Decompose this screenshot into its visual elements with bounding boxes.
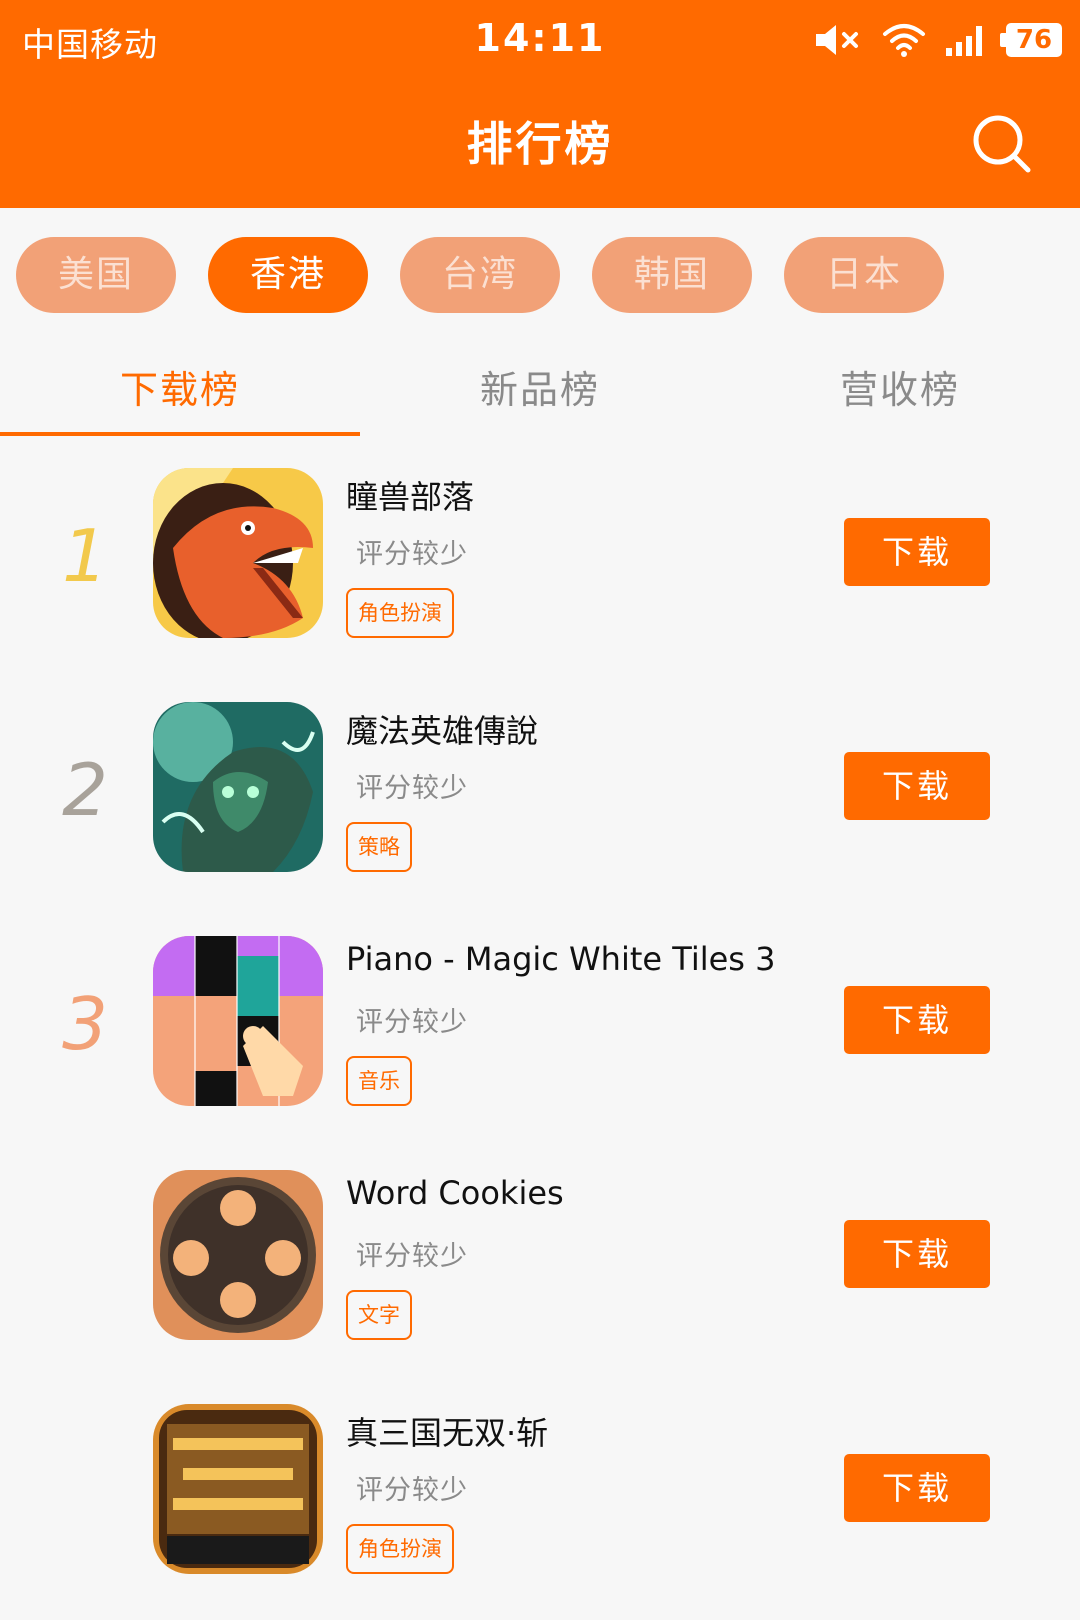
region-chip-korea[interactable]: 韩国	[592, 237, 752, 313]
app-category-tag: 策略	[346, 822, 412, 872]
app-name: Word Cookies	[346, 1174, 564, 1212]
app-category-tag: 角色扮演	[346, 1524, 454, 1574]
region-chip-taiwan[interactable]: 台湾	[400, 237, 560, 313]
app-rating: 评分较少	[356, 773, 468, 804]
list-item[interactable]: 3 Piano - Magic White Tiles 3 评分较少 音乐 下载	[0, 918, 1080, 1152]
mute-icon	[816, 25, 858, 55]
region-selector: 美国 香港 台湾 韩国 日本	[16, 237, 944, 313]
app-icon	[153, 1170, 323, 1340]
wifi-icon	[883, 24, 925, 57]
status-icons: 76	[814, 20, 1062, 60]
app-icon	[153, 936, 323, 1106]
region-chip-japan[interactable]: 日本	[784, 237, 944, 313]
download-button[interactable]: 下载	[844, 1454, 990, 1522]
list-item[interactable]: 真三国无双·斩 评分较少 角色扮演 下载	[0, 1386, 1080, 1620]
download-button[interactable]: 下载	[844, 986, 990, 1054]
app-name: Piano - Magic White Tiles 3	[346, 940, 776, 978]
app-rating: 评分较少	[356, 539, 468, 570]
app-category-tag: 角色扮演	[346, 588, 454, 638]
download-button[interactable]: 下载	[844, 752, 990, 820]
battery-icon: 76	[1000, 23, 1062, 57]
app-icon	[153, 468, 323, 638]
search-icon	[973, 115, 1031, 173]
region-chip-us[interactable]: 美国	[16, 237, 176, 313]
ranking-tabs: 下载榜 新品榜 营收榜	[0, 350, 1080, 436]
rank-number: 2	[62, 748, 108, 832]
app-icon	[153, 1404, 323, 1574]
active-tab-indicator	[0, 432, 360, 436]
app-rating: 评分较少	[356, 1007, 468, 1038]
region-chip-hongkong[interactable]: 香港	[208, 237, 368, 313]
app-ranking-list: 1 瞳兽部落 评分较少 角色扮演 下载 2 魔法英雄傳說 评分较少 策略 下载 …	[0, 450, 1080, 1620]
search-button[interactable]	[970, 112, 1036, 178]
tab-new[interactable]: 新品榜	[360, 350, 720, 436]
app-icon	[153, 702, 323, 872]
rank-number: 1	[62, 514, 108, 598]
tab-revenue[interactable]: 营收榜	[720, 350, 1080, 436]
status-bar: 中国移动 14:11 76	[0, 0, 1080, 82]
rank-number: 3	[62, 982, 108, 1066]
app-name: 魔法英雄傳說	[346, 712, 539, 750]
app-category-tag: 音乐	[346, 1056, 412, 1106]
list-item[interactable]: 1 瞳兽部落 评分较少 角色扮演 下载	[0, 450, 1080, 684]
download-button[interactable]: 下载	[844, 1220, 990, 1288]
signal-icon	[946, 26, 982, 56]
app-name: 瞳兽部落	[346, 478, 475, 516]
app-name: 真三国无双·斩	[346, 1414, 549, 1452]
tab-downloads[interactable]: 下载榜	[0, 350, 360, 436]
page-title: 排行榜	[466, 117, 614, 171]
app-rating: 评分较少	[356, 1241, 468, 1272]
download-button[interactable]: 下载	[844, 518, 990, 586]
top-bar: 中国移动 14:11 76 排行榜	[0, 0, 1080, 208]
list-item[interactable]: 2 魔法英雄傳說 评分较少 策略 下载	[0, 684, 1080, 918]
app-rating: 评分较少	[356, 1475, 468, 1506]
app-category-tag: 文字	[346, 1290, 412, 1340]
list-item[interactable]: Word Cookies 评分较少 文字 下载	[0, 1152, 1080, 1386]
